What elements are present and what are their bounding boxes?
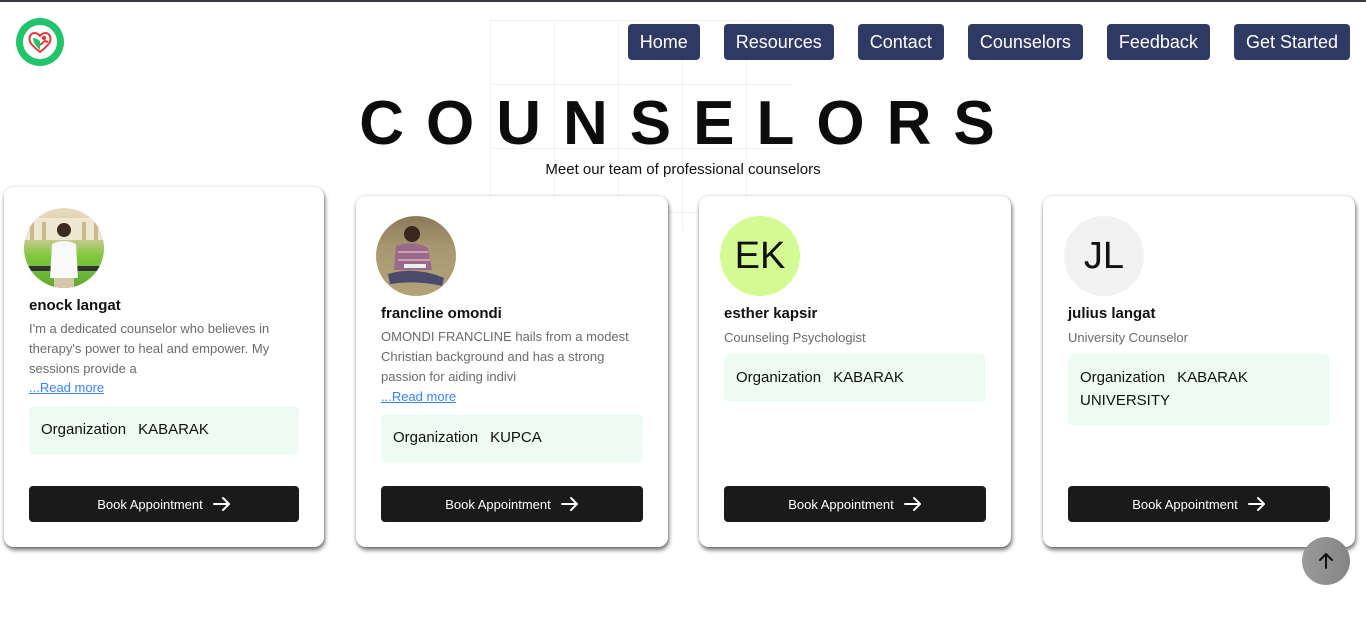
book-appointment-label: Book Appointment (97, 496, 203, 512)
counselor-card: francline omondi OMONDI FRANCLINE hails … (356, 196, 668, 547)
arrow-right-icon (903, 497, 921, 511)
counselor-card: EK esther kapsir Counseling Psychologist… (699, 196, 1011, 547)
counselor-title: Counseling Psychologist (724, 330, 866, 345)
organization-value: KUPCA (490, 429, 542, 446)
nav-get-started[interactable]: Get Started (1233, 24, 1350, 60)
counselor-bio: I'm a dedicated counselor who believes i… (29, 321, 270, 376)
read-more-link[interactable]: ...Read more (29, 380, 104, 395)
arrow-up-icon (1319, 553, 1333, 569)
avatar (376, 216, 456, 296)
counselor-name: enock langat (29, 297, 121, 314)
book-appointment-button[interactable]: Book Appointment (29, 486, 299, 522)
scroll-to-top-button[interactable] (1302, 537, 1350, 585)
counselor-name: francline omondi (381, 305, 502, 322)
book-appointment-button[interactable]: Book Appointment (381, 486, 643, 522)
page-title: COUNSELORS (359, 89, 1017, 158)
top-border (0, 0, 1366, 2)
arrow-right-icon (560, 497, 578, 511)
counselor-name: esther kapsir (724, 305, 818, 322)
avatar (24, 208, 104, 288)
logo[interactable] (16, 18, 64, 66)
organization-value: KABARAK (833, 369, 904, 386)
nav-contact[interactable]: Contact (857, 24, 944, 60)
book-appointment-button[interactable]: Book Appointment (724, 486, 986, 522)
counselor-bio: OMONDI FRANCLINE hails from a modest Chr… (381, 329, 629, 384)
avatar-initials: JL (1064, 216, 1144, 296)
avatar-initials: EK (720, 216, 800, 296)
organization-label: Organization (393, 429, 479, 446)
nav-counselors[interactable]: Counselors (967, 24, 1083, 60)
arrow-right-icon (212, 497, 230, 511)
organization-box: Organization KUPCA (381, 414, 643, 462)
nav-home[interactable]: Home (627, 24, 700, 60)
organization-label: Organization (41, 421, 127, 438)
read-more-link[interactable]: ...Read more (381, 389, 456, 404)
organization-box: Organization KABARAK UNIVERSITY (1068, 354, 1330, 426)
book-appointment-label: Book Appointment (1132, 496, 1238, 512)
heart-care-logo-icon (23, 25, 57, 59)
counselor-name: julius langat (1068, 305, 1156, 322)
book-appointment-button[interactable]: Book Appointment (1068, 486, 1330, 522)
book-appointment-label: Book Appointment (445, 496, 551, 512)
arrow-right-icon (1247, 497, 1265, 511)
organization-value: KABARAK (138, 421, 209, 438)
counselor-card: enock langat I'm a dedicated counselor w… (4, 187, 324, 547)
counselor-card: JL julius langat University Counselor Or… (1043, 196, 1355, 547)
organization-box: Organization KABARAK (724, 354, 986, 402)
counselor-title: University Counselor (1068, 330, 1188, 345)
main-nav: Home Resources Contact Counselors Feedba… (627, 24, 1350, 60)
nav-feedback[interactable]: Feedback (1106, 24, 1210, 60)
book-appointment-label: Book Appointment (788, 496, 894, 512)
nav-resources[interactable]: Resources (723, 24, 834, 60)
page-subtitle: Meet our team of professional counselors (545, 161, 821, 178)
organization-label: Organization (736, 369, 822, 386)
organization-box: Organization KABARAK (29, 406, 299, 454)
organization-label: Organization (1080, 369, 1166, 386)
